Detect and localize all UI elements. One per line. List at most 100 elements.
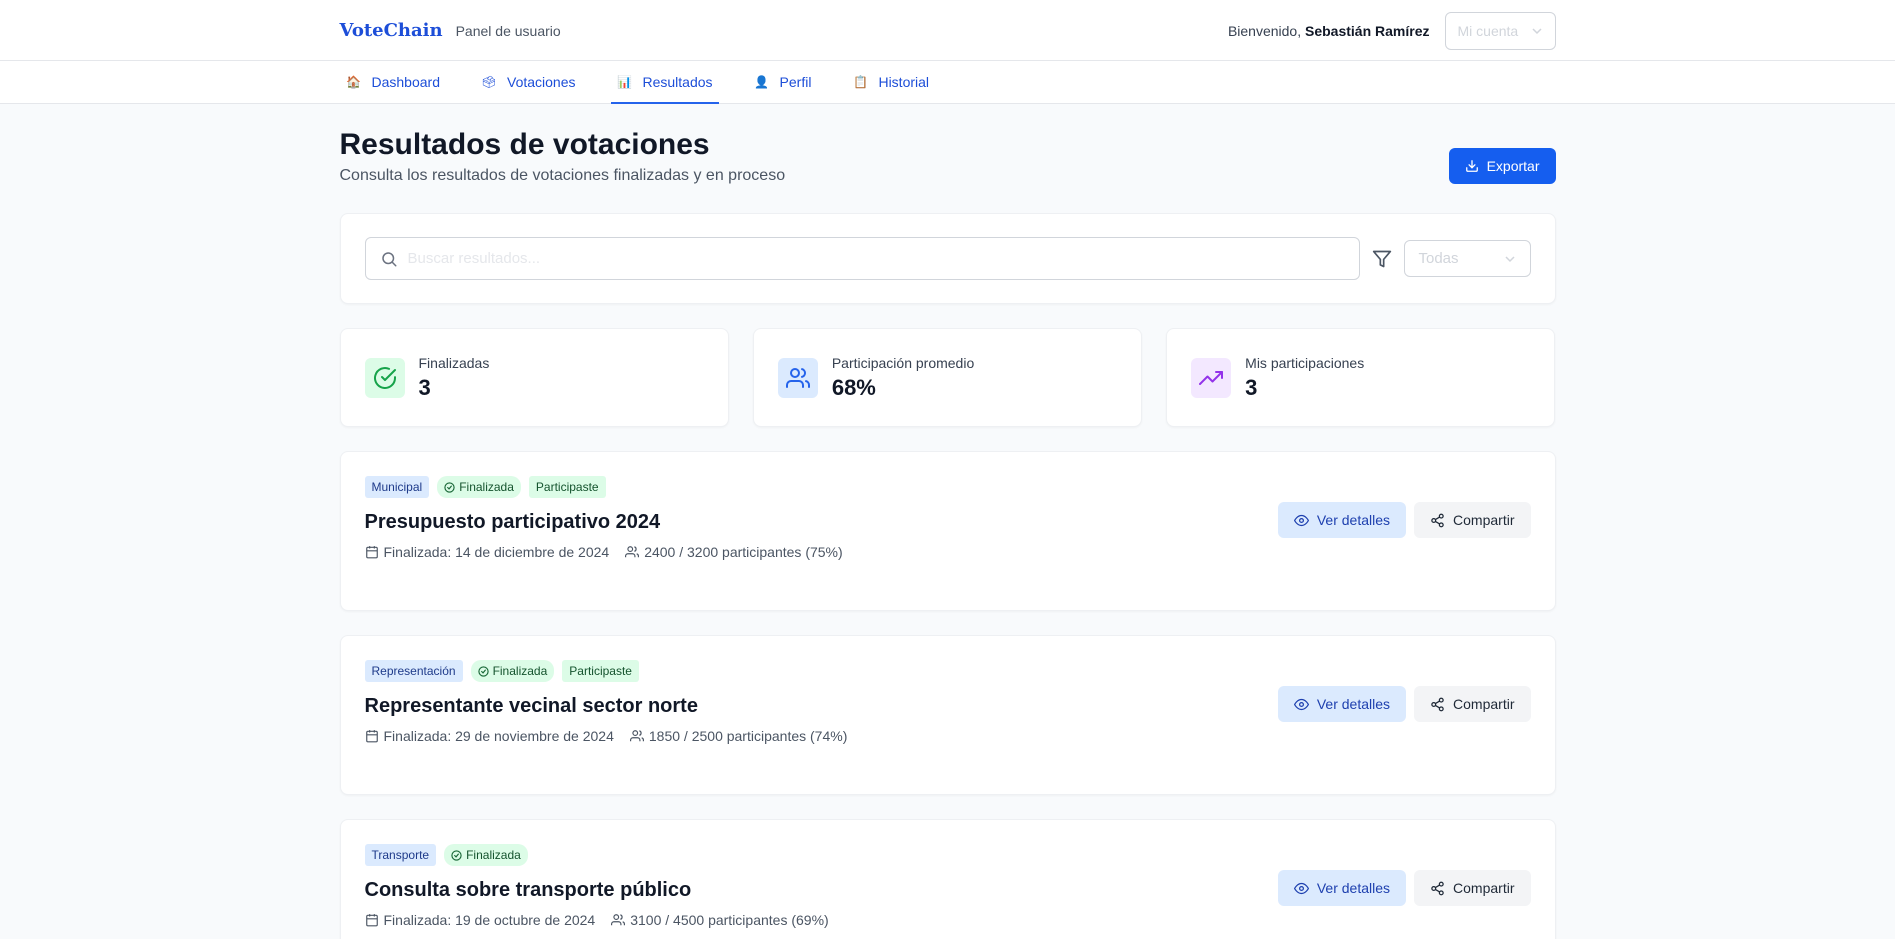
share-icon — [1431, 881, 1444, 895]
share-button[interactable]: Compartir — [1414, 870, 1531, 906]
export-button[interactable]: Exportar — [1448, 148, 1556, 184]
user-icon: 👤 — [754, 74, 770, 89]
chevron-down-icon — [1531, 27, 1542, 34]
eye-icon — [1293, 514, 1309, 526]
page-subtitle: Consulta los resultados de votaciones fi… — [339, 167, 786, 184]
search-icon — [381, 251, 396, 266]
users-icon — [611, 914, 626, 926]
nav-historial[interactable]: 📋 Historial — [846, 61, 935, 104]
users-icon — [785, 367, 810, 388]
stat-label: Mis participaciones — [1245, 354, 1365, 371]
share-label: Compartir — [1453, 512, 1515, 528]
result-meta: Finalizada: 29 de noviembre de 2024 1850… — [365, 728, 1531, 744]
participants-count: 2400 / 3200 participantes (75%) — [625, 544, 843, 560]
nav-dashboard[interactable]: 🏠 Dashboard — [340, 61, 447, 104]
stat-icon-box — [777, 357, 818, 398]
ballot-box-icon: 🗳 — [481, 74, 497, 89]
stat-value: 3 — [418, 374, 431, 400]
check-circle-icon — [451, 849, 462, 861]
status-filter-select[interactable]: Todas — [1403, 240, 1531, 277]
result-meta: Finalizada: 14 de diciembre de 2024 2400… — [365, 544, 1531, 560]
end-date: Finalizada: 19 de octubre de 2024 — [365, 912, 596, 928]
share-button[interactable]: Compartir — [1414, 686, 1531, 722]
trending-up-icon — [1199, 370, 1224, 385]
nav-votaciones[interactable]: 🗳 Votaciones — [475, 61, 582, 104]
participants-text: 1850 / 2500 participantes (74%) — [648, 728, 848, 744]
nav-perfil[interactable]: 👤 Perfil — [748, 61, 818, 104]
share-icon — [1431, 513, 1444, 527]
view-details-label: Ver detalles — [1316, 512, 1391, 528]
search-input[interactable] — [407, 250, 1345, 267]
status-badge: Finalizada — [470, 660, 555, 682]
brand: VoteChain Panel de usuario — [340, 20, 561, 41]
result-card: Representación Finalizada Participaste R… — [339, 635, 1556, 795]
category-badge: Municipal — [364, 476, 430, 498]
end-date-text: Finalizada: 14 de diciembre de 2024 — [383, 544, 610, 560]
status-badge: Finalizada — [437, 476, 521, 498]
view-details-label: Ver detalles — [1316, 696, 1391, 712]
stat-label: Finalizadas — [418, 354, 490, 371]
stat-mis-participaciones: Mis participaciones 3 — [1166, 328, 1556, 427]
category-badge: Representación — [364, 660, 463, 682]
user-name: Sebastián Ramírez — [1305, 22, 1430, 39]
check-circle-icon — [444, 481, 455, 493]
nav-label: Resultados — [642, 73, 713, 90]
bar-chart-icon: 📊 — [617, 74, 632, 89]
end-date: Finalizada: 29 de noviembre de 2024 — [365, 728, 614, 744]
stat-participacion: Participación promedio 68% — [752, 328, 1143, 427]
account-menu-label: Mi cuenta — [1457, 22, 1519, 39]
result-actions: Ver detalles Compartir — [1277, 502, 1531, 538]
participants-count: 3100 / 4500 participantes (69%) — [611, 912, 829, 928]
users-icon — [629, 730, 644, 742]
calendar-icon — [365, 914, 378, 927]
share-label: Compartir — [1453, 880, 1515, 896]
filter-icon[interactable] — [1372, 249, 1392, 269]
welcome-label: Bienvenido, — [1227, 22, 1302, 39]
calendar-icon — [365, 730, 378, 743]
view-details-button[interactable]: Ver detalles — [1277, 686, 1407, 722]
share-label: Compartir — [1453, 696, 1515, 712]
result-card: Municipal Finalizada Participaste Presup… — [339, 451, 1556, 611]
stat-label: Participación promedio — [831, 354, 975, 371]
calendar-icon — [365, 546, 378, 559]
clipboard-icon: 📋 — [852, 74, 868, 89]
view-details-label: Ver detalles — [1316, 880, 1391, 896]
eye-icon — [1293, 882, 1309, 894]
nav-label: Votaciones — [507, 73, 576, 90]
stat-icon-box — [1191, 357, 1232, 398]
account-menu-select[interactable]: Mi cuenta — [1444, 11, 1556, 50]
status-label: Finalizada — [466, 848, 521, 862]
chevron-down-icon — [1504, 255, 1515, 262]
result-card: Transporte Finalizada Consulta sobre tra… — [339, 819, 1556, 939]
end-date-text: Finalizada: 19 de octubre de 2024 — [383, 912, 596, 928]
house-icon: 🏠 — [346, 74, 361, 89]
panel-label: Panel de usuario — [455, 22, 561, 39]
status-badge: Finalizada — [444, 844, 528, 866]
page-title: Resultados de votaciones — [339, 128, 710, 161]
nav-label: Dashboard — [371, 73, 441, 90]
view-details-button[interactable]: Ver detalles — [1277, 502, 1407, 538]
result-actions: Ver detalles Compartir — [1277, 686, 1531, 722]
participated-badge: Participaste — [562, 660, 639, 682]
search-card: Todas — [339, 213, 1556, 304]
nav-label: Historial — [878, 73, 930, 90]
stat-finalizadas: Finalizadas 3 — [339, 328, 729, 427]
check-circle-icon — [373, 366, 396, 389]
nav-resultados[interactable]: 📊 Resultados — [610, 61, 719, 104]
welcome-text: Bienvenido, Sebastián Ramírez — [1228, 23, 1430, 39]
stat-icon-box — [364, 357, 405, 398]
status-label: Finalizada — [492, 664, 548, 678]
users-icon — [625, 546, 640, 558]
top-header: VoteChain Panel de usuario Bienvenido, S… — [0, 0, 1895, 61]
download-icon — [1465, 160, 1478, 172]
result-actions: Ver detalles Compartir — [1277, 870, 1531, 906]
share-button[interactable]: Compartir — [1414, 502, 1531, 538]
view-details-button[interactable]: Ver detalles — [1277, 870, 1407, 906]
main-content: Resultados de votaciones Consulta los re… — [339, 127, 1556, 939]
result-meta: Finalizada: 19 de octubre de 2024 3100 /… — [365, 912, 1531, 928]
eye-icon — [1293, 698, 1309, 710]
participants-count: 1850 / 2500 participantes (74%) — [629, 728, 848, 744]
tag-list: Municipal Finalizada Participaste — [364, 476, 1531, 498]
app-logo[interactable]: VoteChain — [340, 20, 443, 41]
tag-list: Transporte Finalizada — [364, 844, 1531, 866]
